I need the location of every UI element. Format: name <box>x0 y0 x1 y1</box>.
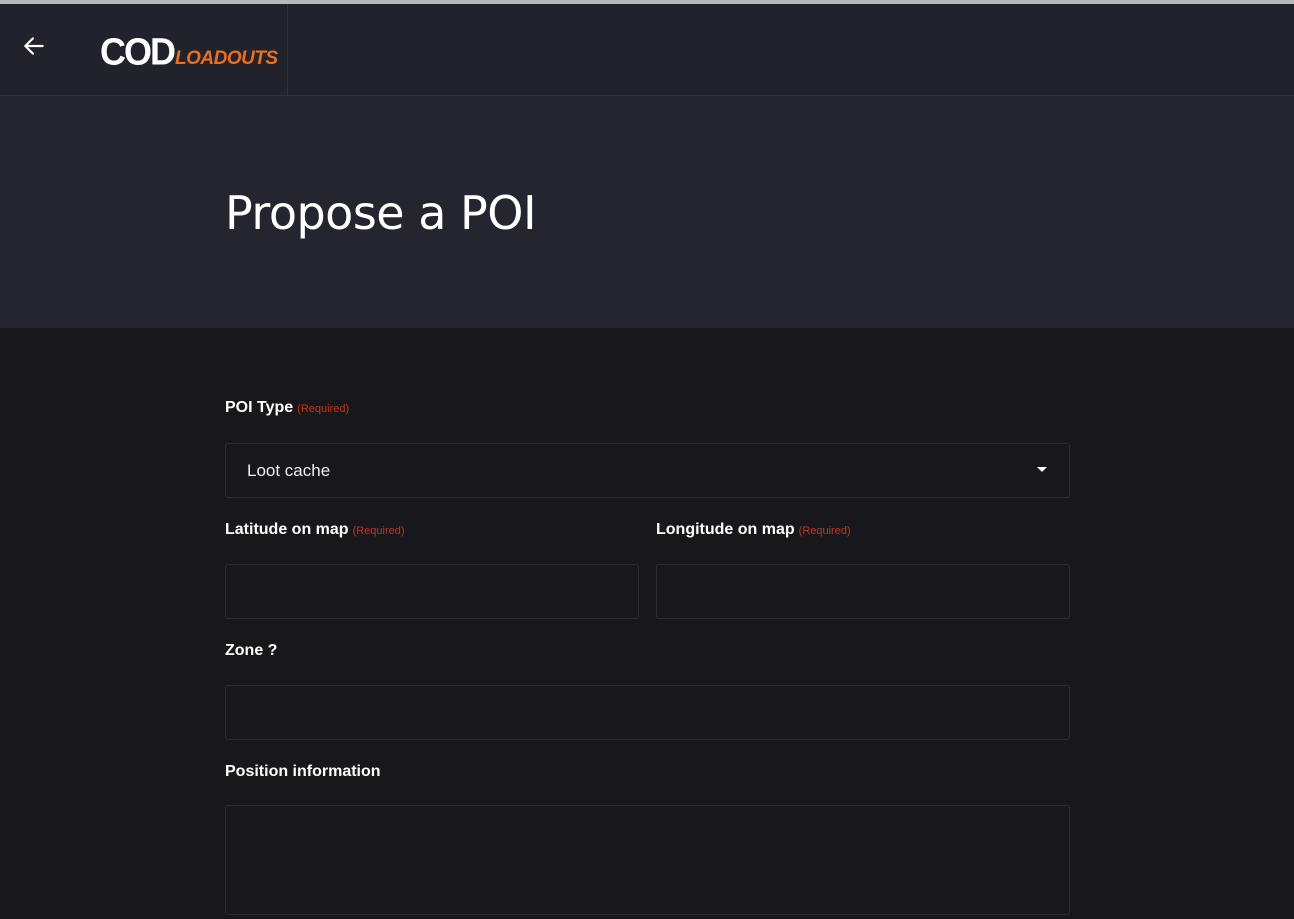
longitude-label: Longitude on map (Required) <box>656 521 851 539</box>
position-information-textarea[interactable] <box>226 806 1069 914</box>
position-information-field-wrapper <box>225 805 1070 915</box>
poi-type-label: POI Type (Required) <box>225 399 349 417</box>
latitude-input[interactable] <box>226 565 638 618</box>
app-header: COD LOADOUTS <box>0 4 1294 96</box>
page-hero: Propose a POI <box>0 96 1294 328</box>
zone-label-text: Zone ? <box>225 642 278 659</box>
propose-poi-form: POI Type (Required) Loot cache Latitude o… <box>0 328 1294 915</box>
longitude-label-text: Longitude on map <box>656 521 795 538</box>
header-divider <box>287 4 288 96</box>
latitude-field-wrapper <box>225 564 639 619</box>
zone-field-wrapper <box>225 685 1070 740</box>
logo-primary-text: COD <box>100 29 176 73</box>
page-title: Propose a POI <box>225 186 537 240</box>
required-indicator: (Required) <box>297 403 350 415</box>
back-button[interactable] <box>16 28 52 64</box>
arrow-left-icon <box>24 37 44 55</box>
zone-label: Zone ? <box>225 642 277 660</box>
latitude-label-text: Latitude on map <box>225 521 349 538</box>
longitude-field-wrapper <box>656 564 1070 619</box>
site-logo[interactable]: COD LOADOUTS <box>100 29 278 73</box>
poi-type-select[interactable]: Loot cache <box>225 443 1070 498</box>
required-indicator: (Required) <box>352 525 405 537</box>
position-information-label: Position information <box>225 763 381 781</box>
poi-type-selected-value: Loot cache <box>247 461 331 480</box>
poi-type-label-text: POI Type <box>225 399 294 416</box>
required-indicator: (Required) <box>798 525 851 537</box>
longitude-input[interactable] <box>657 565 1069 618</box>
latitude-label: Latitude on map (Required) <box>225 521 405 539</box>
logo-secondary-text: LOADOUTS <box>175 48 278 69</box>
zone-input[interactable] <box>226 686 1069 739</box>
position-information-label-text: Position information <box>225 763 381 780</box>
caret-down-icon <box>1037 467 1047 472</box>
